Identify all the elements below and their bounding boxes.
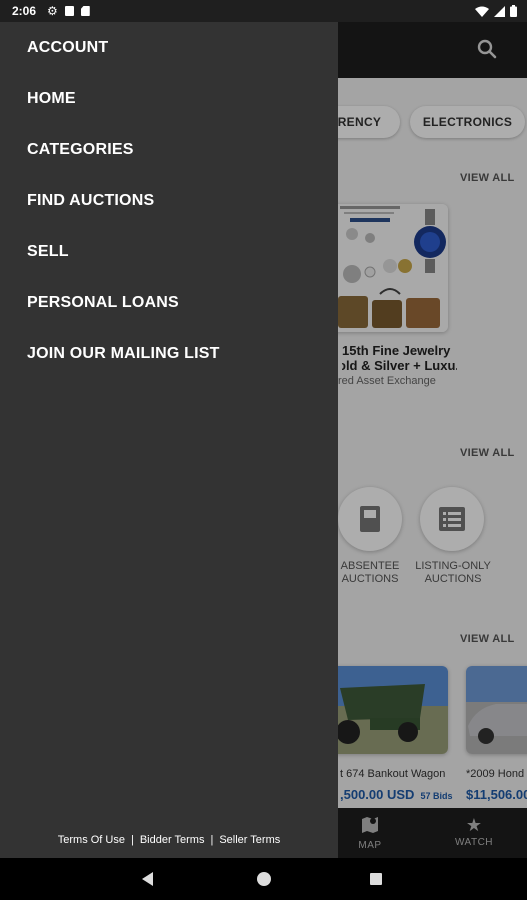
battery-icon (510, 5, 517, 17)
status-icons-right (475, 5, 517, 17)
menu-item-join-mailing-list[interactable]: JOIN OUR MAILING LIST (0, 328, 338, 379)
wifi-icon (475, 6, 489, 17)
sd-card-icon (80, 6, 90, 16)
signal-icon (494, 6, 505, 17)
menu-item-find-auctions[interactable]: FIND AUCTIONS (0, 175, 338, 226)
terms-of-use-link[interactable]: Terms Of Use (58, 834, 125, 846)
notification-square-icon (64, 6, 74, 16)
back-icon[interactable] (142, 872, 153, 886)
footer-separator: | (130, 834, 134, 846)
menu-item-account[interactable]: ACCOUNT (0, 22, 338, 73)
status-time: 2:06 (12, 4, 37, 18)
status-bar: 2:06 ⚙ (0, 0, 527, 22)
drawer-menu: ACCOUNT HOME CATEGORIES FIND AUCTIONS SE… (0, 22, 338, 379)
recent-apps-icon[interactable] (370, 873, 382, 885)
gear-icon: ⚙ (47, 4, 58, 18)
menu-item-sell[interactable]: SELL (0, 226, 338, 277)
seller-terms-link[interactable]: Seller Terms (219, 834, 280, 846)
menu-item-home[interactable]: HOME (0, 73, 338, 124)
footer-separator: | (210, 834, 214, 846)
bidder-terms-link[interactable]: Bidder Terms (140, 834, 205, 846)
home-icon[interactable] (257, 872, 271, 886)
navigation-drawer: ACCOUNT HOME CATEGORIES FIND AUCTIONS SE… (0, 0, 338, 858)
system-nav-bar (0, 858, 527, 900)
menu-item-categories[interactable]: CATEGORIES (0, 124, 338, 175)
menu-item-personal-loans[interactable]: PERSONAL LOANS (0, 277, 338, 328)
drawer-footer-links: Terms Of Use | Bidder Terms | Seller Terms (0, 834, 338, 846)
status-icons-left: ⚙ (47, 5, 90, 17)
